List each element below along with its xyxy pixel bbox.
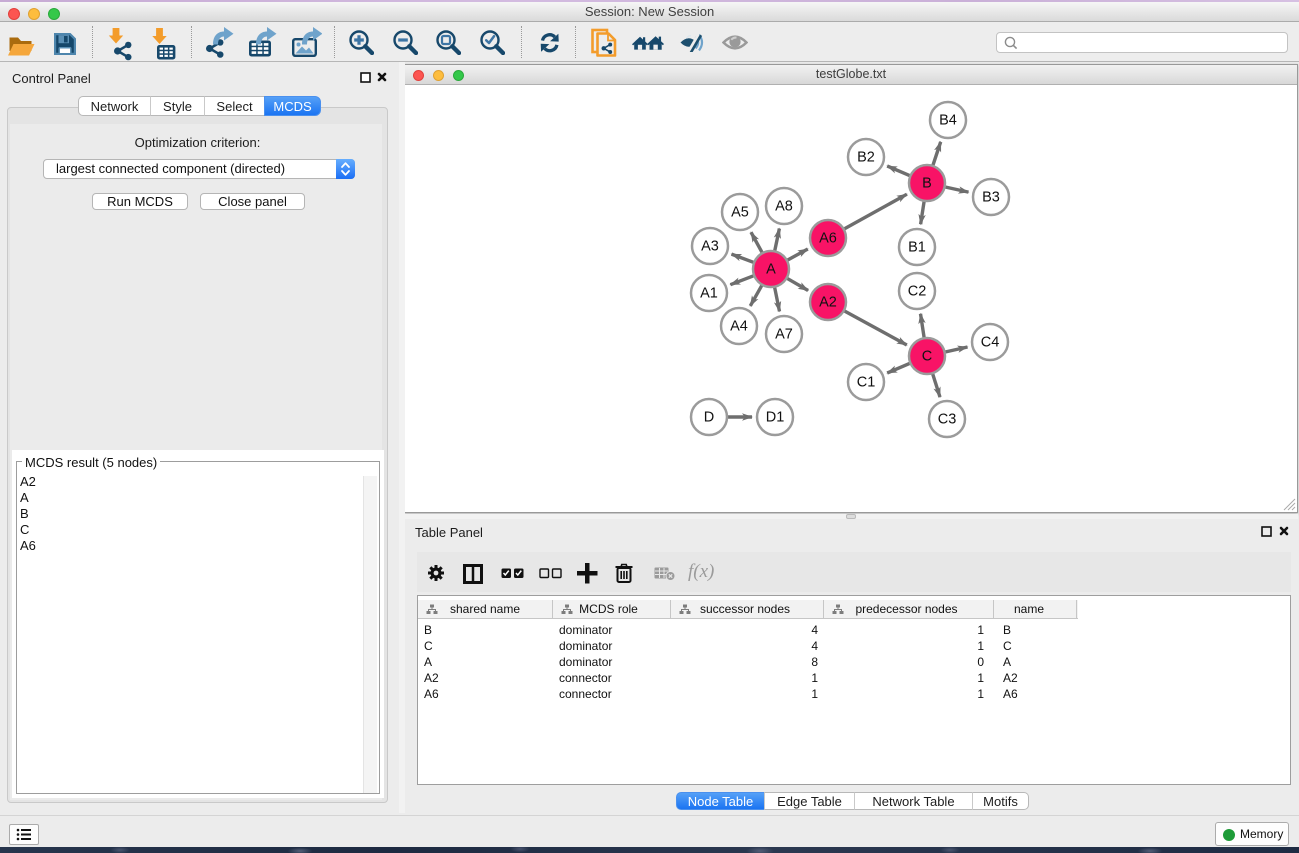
- svg-text:A5: A5: [731, 205, 749, 221]
- svg-text:B2: B2: [857, 150, 875, 166]
- svg-text:B3: B3: [982, 190, 1000, 206]
- svg-text:A6: A6: [819, 231, 837, 247]
- svg-text:A: A: [766, 262, 776, 278]
- svg-text:D1: D1: [766, 410, 785, 426]
- svg-text:A7: A7: [775, 327, 793, 343]
- svg-text:B1: B1: [908, 240, 926, 256]
- svg-text:A8: A8: [775, 199, 793, 215]
- svg-text:C1: C1: [857, 375, 876, 391]
- svg-text:C4: C4: [981, 335, 1000, 351]
- svg-text:B4: B4: [939, 113, 957, 129]
- svg-text:f(x): f(x): [688, 561, 714, 582]
- svg-text:C3: C3: [938, 412, 957, 428]
- svg-text:B: B: [922, 176, 932, 192]
- svg-text:C: C: [922, 349, 932, 365]
- svg-text:D: D: [704, 410, 714, 426]
- svg-text:C2: C2: [908, 284, 927, 300]
- svg-text:A3: A3: [701, 239, 719, 255]
- svg-text:A4: A4: [730, 319, 748, 335]
- svg-text:A1: A1: [700, 286, 718, 302]
- svg-text:A2: A2: [819, 295, 837, 311]
